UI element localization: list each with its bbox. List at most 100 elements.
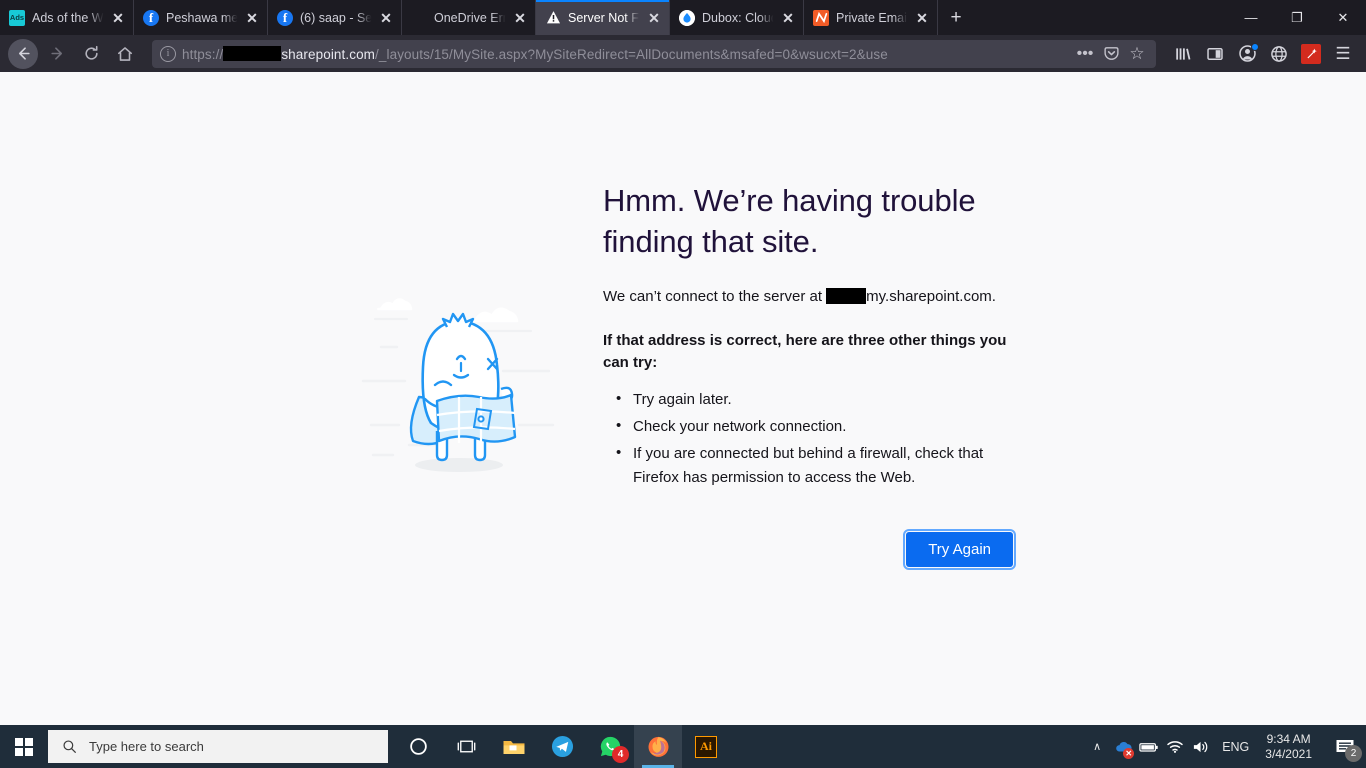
tab-title: Ads of the World™ |	[32, 10, 105, 25]
error-message-prefix: We can’t connect to the server at	[603, 288, 827, 305]
sidebar-icon[interactable]	[1200, 39, 1230, 69]
wifi-icon[interactable]	[1162, 725, 1188, 768]
warning-favicon-icon	[545, 10, 561, 26]
url-bar[interactable]: i https:// sharepoint.com/_layouts/15/MyS…	[152, 39, 1156, 68]
start-button[interactable]	[0, 725, 48, 768]
tab-close-icon[interactable]: ✕	[243, 9, 261, 27]
windows-logo-icon	[15, 737, 33, 756]
minimize-button[interactable]: —	[1228, 0, 1274, 35]
browser-tab-private-email-account[interactable]: Private Email accou ✕	[804, 0, 938, 35]
search-placeholder-text: Type here to search	[89, 739, 204, 754]
try-again-button[interactable]: Try Again	[903, 529, 1016, 570]
button-row: Try Again	[603, 529, 1016, 570]
error-layout: Hmm. We’re having trouble finding that s…	[353, 180, 1016, 570]
ads-favicon-icon: Ads	[9, 9, 25, 26]
illustrator-icon: Ai	[695, 735, 717, 758]
list-item: Check your network connection.	[603, 414, 1013, 439]
clock-time: 9:34 AM	[1266, 731, 1311, 746]
browser-tab-server-not-found[interactable]: Server Not Found ✕	[536, 0, 670, 35]
server-not-found-page: Hmm. We’re having trouble finding that s…	[0, 72, 1366, 725]
extension-icon[interactable]	[1296, 39, 1326, 69]
url-scheme: https://	[182, 46, 224, 62]
onedrive-error-badge: ✕	[1123, 748, 1135, 759]
forward-arrow-icon[interactable]	[42, 39, 72, 69]
page-title: Hmm. We’re having trouble finding that s…	[603, 183, 976, 259]
window-controls: — ❐ ✕	[1228, 0, 1366, 35]
facebook-favicon-icon: f	[143, 9, 159, 26]
tab-close-icon[interactable]: ✕	[109, 9, 127, 27]
notification-count-badge: 2	[1345, 745, 1362, 762]
tab-close-icon[interactable]: ✕	[645, 9, 663, 27]
navigation-toolbar: i https:// sharepoint.com/_layouts/15/MyS…	[0, 35, 1366, 72]
error-message: We can’t connect to the server at my.sha…	[603, 286, 1013, 308]
tab-close-icon[interactable]: ✕	[511, 9, 529, 27]
show-hidden-icons-button[interactable]: ∧	[1084, 725, 1110, 768]
maximize-button[interactable]: ❐	[1274, 0, 1320, 35]
microsoft-favicon-icon	[411, 10, 427, 26]
tab-title: Peshawa messaged	[166, 10, 239, 25]
new-tab-button[interactable]: +	[938, 0, 974, 35]
bookmark-star-icon[interactable]: ☆	[1124, 41, 1150, 67]
app-menu-icon[interactable]: ☰	[1328, 39, 1358, 69]
browser-toolbar-right: ☰	[1166, 39, 1358, 69]
clock[interactable]: 9:34 AM 3/4/2021	[1257, 732, 1324, 762]
taskbar-item-telegram[interactable]	[538, 725, 586, 768]
page-content: Hmm. We’re having trouble finding that s…	[0, 72, 1366, 725]
tab-close-icon[interactable]: ✕	[377, 9, 395, 27]
list-item: If you are connected but behind a firewa…	[603, 441, 1013, 490]
library-icon[interactable]	[1168, 39, 1198, 69]
site-info-icon[interactable]: i	[160, 45, 176, 62]
notification-center-button[interactable]: 2	[1324, 725, 1366, 768]
language-indicator[interactable]: ENG	[1214, 740, 1257, 754]
close-window-button[interactable]: ✕	[1320, 0, 1366, 35]
extension-badge	[1301, 43, 1321, 64]
url-text: https:// sharepoint.com/_layouts/15/MySit…	[182, 45, 1072, 62]
facebook-favicon-icon: f	[277, 9, 293, 26]
suggestion-list: Try again later. Check your network conn…	[603, 387, 1013, 490]
dubox-favicon-icon	[679, 9, 695, 26]
taskbar-item-file-explorer[interactable]	[490, 725, 538, 768]
error-message-server: my.sharepoint.com.	[866, 288, 996, 305]
back-arrow-icon[interactable]	[8, 38, 38, 69]
browser-tab-onedrive-error-code[interactable]: OneDrive Error Code ✕	[402, 0, 536, 35]
taskbar-item-cortana[interactable]	[394, 725, 442, 768]
windows-taskbar: Type here to search 4 Ai ∧ ✕ ENG 9:34 AM…	[0, 725, 1366, 768]
url-redaction-block	[223, 45, 282, 61]
browser-tab-saap-search[interactable]: f (6) saap - Search Re ✕	[268, 0, 402, 35]
browser-tab-peshawa-messaged[interactable]: f Peshawa messaged ✕	[134, 0, 268, 35]
server-redaction-block	[826, 288, 867, 304]
taskbar-item-firefox[interactable]	[634, 725, 682, 768]
onedrive-error-icon[interactable]: ✕	[1110, 725, 1136, 768]
tab-close-icon[interactable]: ✕	[779, 9, 797, 27]
browser-window: Ads Ads of the World™ | ✕ f Peshawa mess…	[0, 0, 1366, 725]
volume-icon[interactable]	[1188, 725, 1214, 768]
pocket-icon[interactable]	[1098, 41, 1124, 67]
error-subheading: If that address is correct, here are thr…	[603, 332, 1007, 371]
home-house-icon[interactable]	[110, 39, 140, 69]
battery-icon[interactable]	[1136, 725, 1162, 768]
url-path: /_layouts/15/MySite.aspx?MySiteRedirect=…	[375, 46, 888, 62]
taskbar-search-input[interactable]: Type here to search	[48, 730, 388, 763]
container-icon[interactable]	[1264, 39, 1294, 69]
browser-tab-ads-of-the-world[interactable]: Ads Ads of the World™ | ✕	[0, 0, 134, 35]
whatsapp-badge: 4	[612, 746, 629, 763]
tab-bar-spacer	[974, 0, 1228, 35]
tab-title: (6) saap - Search Re	[300, 10, 373, 25]
namecheap-favicon-icon	[813, 9, 829, 26]
taskbar-items: 4 Ai	[394, 725, 730, 768]
taskbar-item-illustrator[interactable]: Ai	[682, 725, 730, 768]
taskbar-item-whatsapp[interactable]: 4	[586, 725, 634, 768]
account-icon[interactable]	[1232, 39, 1262, 69]
account-notification-badge	[1251, 42, 1259, 51]
url-action-icons: ••• ☆	[1072, 41, 1150, 67]
tab-close-icon[interactable]: ✕	[913, 9, 931, 27]
clock-date: 3/4/2021	[1265, 746, 1312, 761]
browser-tab-dubox-cloud-storage[interactable]: Dubox: Cloud Stora ✕	[670, 0, 804, 35]
tab-title: Server Not Found	[568, 10, 641, 25]
error-text-block: Hmm. We’re having trouble finding that s…	[603, 180, 1016, 570]
tab-title: OneDrive Error Code	[434, 10, 507, 25]
reload-arrow-icon[interactable]	[76, 39, 106, 69]
system-tray: ∧ ✕ ENG 9:34 AM 3/4/2021 2	[1084, 725, 1366, 768]
page-actions-icon[interactable]: •••	[1072, 41, 1098, 67]
taskbar-item-task-view[interactable]	[442, 725, 490, 768]
